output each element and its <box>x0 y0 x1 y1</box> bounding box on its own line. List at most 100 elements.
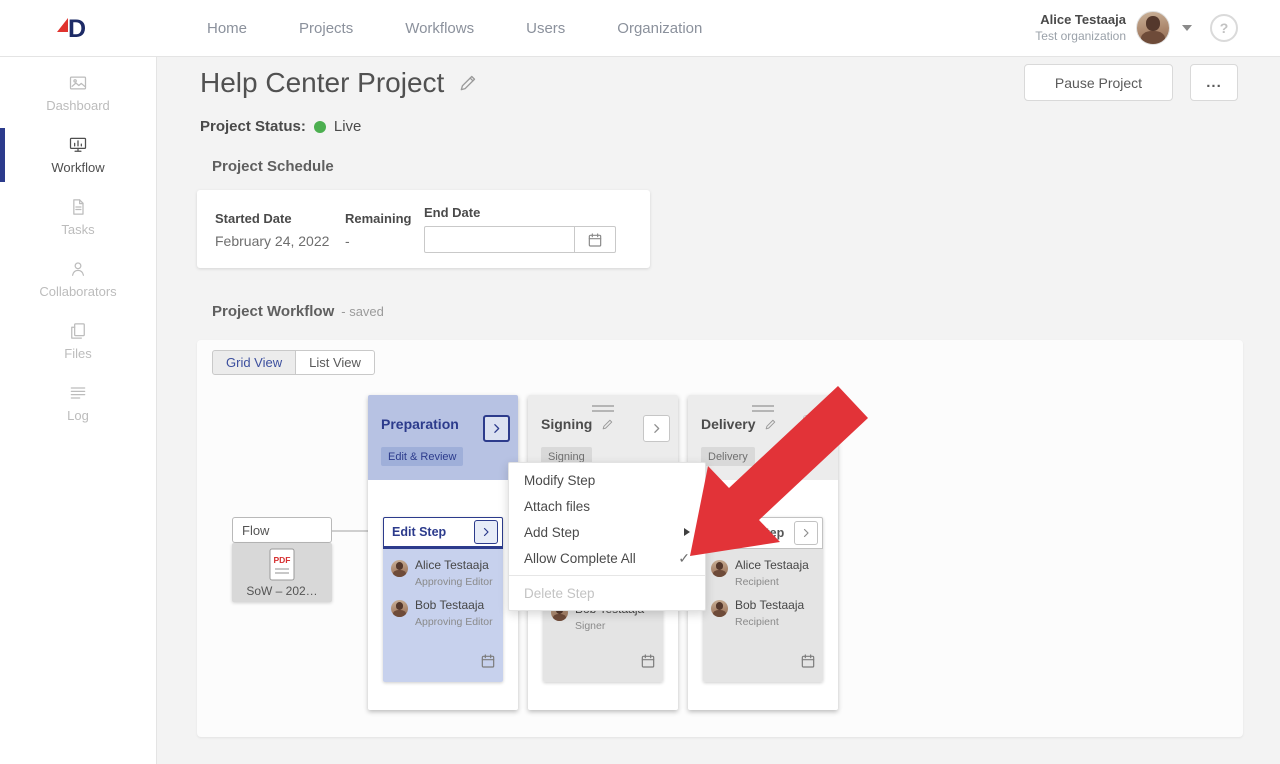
calendar-icon[interactable] <box>800 653 816 674</box>
member-row: Alice Testaaja Approving Editor <box>391 559 503 588</box>
saved-indicator: - saved <box>341 304 384 319</box>
step-context-menu: Modify Step Attach files Add Step Allow … <box>508 462 706 611</box>
workflow-panel: Grid View List View Flow PDF SoW – 202… <box>197 340 1243 737</box>
nav-home[interactable]: Home <box>207 20 247 37</box>
chevron-down-icon[interactable] <box>1182 25 1192 31</box>
chevron-right-icon <box>800 527 812 539</box>
sidebar-item-label: Dashboard <box>46 98 110 113</box>
member-role: Recipient <box>735 616 804 628</box>
user-area: Alice Testaaja Test organization ? <box>1035 11 1238 45</box>
app-logo-icon[interactable]: D <box>54 11 90 45</box>
step-card-delivery[interactable]: Delivery Delivery Deliver Step <box>688 395 838 710</box>
schedule-section-title: Project Schedule <box>212 158 334 175</box>
user-info: Alice Testaaja Test organization <box>1035 12 1126 44</box>
step-title: Preparation <box>381 416 459 432</box>
started-date-value: February 24, 2022 <box>215 233 329 249</box>
help-question-icon: ? <box>1220 20 1229 36</box>
pdf-file-icon: PDF <box>267 548 297 582</box>
page-title: Help Center Project <box>200 67 444 99</box>
substep-card-edit-step[interactable]: Edit Step Alice Testaaja Approving Edito… <box>383 517 503 682</box>
nav-users[interactable]: Users <box>526 20 565 37</box>
substep-card-deliver-step[interactable]: Deliver Step Alice Testaaja Recipient <box>703 517 823 682</box>
submenu-arrow-icon <box>684 528 690 536</box>
logo-letter: D <box>68 15 86 43</box>
edit-step-pencil-icon[interactable] <box>764 418 777 431</box>
member-name: Bob Testaaja <box>415 599 493 613</box>
menu-item-delete-step: Delete Step <box>509 580 705 606</box>
end-date-calendar-button[interactable] <box>575 226 616 253</box>
nav-organization[interactable]: Organization <box>617 20 702 37</box>
sidebar-item-files[interactable]: Files <box>0 310 156 372</box>
chevron-right-icon <box>810 422 823 435</box>
substep-body: Alice Testaaja Recipient Bob Testaaja Re… <box>703 549 823 682</box>
nav-projects[interactable]: Projects <box>299 20 353 37</box>
status-dot <box>314 121 326 133</box>
sidebar-item-label: Collaborators <box>39 284 116 299</box>
remaining-label: Remaining <box>345 211 411 226</box>
checkmark-icon: ✓ <box>678 550 690 567</box>
substep-header[interactable]: Edit Step <box>383 517 503 549</box>
edit-step-pencil-icon[interactable] <box>601 418 614 431</box>
calendar-icon[interactable] <box>480 653 496 674</box>
member-avatar <box>711 600 728 617</box>
sidebar-item-label: Log <box>67 408 89 423</box>
step-expand-button[interactable] <box>643 415 670 442</box>
grid-view-button[interactable]: Grid View <box>212 350 296 375</box>
main-nav: Home Projects Workflows Users Organizati… <box>207 20 702 37</box>
drag-handle-icon[interactable] <box>752 402 774 415</box>
drag-handle-icon[interactable] <box>592 402 614 415</box>
substep-expand-button[interactable] <box>794 521 818 545</box>
sidebar-item-dashboard[interactable]: Dashboard <box>0 62 156 124</box>
member-name: Alice Testaaja <box>415 559 493 573</box>
pause-project-button[interactable]: Pause Project <box>1024 64 1173 101</box>
step-title: Signing <box>541 416 592 432</box>
step-expand-button[interactable] <box>483 415 510 442</box>
member-role: Approving Editor <box>415 576 493 588</box>
step-header[interactable]: Preparation Edit & Review <box>368 395 518 480</box>
menu-item-add-step[interactable]: Add Step <box>509 519 705 545</box>
member-role: Approving Editor <box>415 616 493 628</box>
member-avatar <box>391 600 408 617</box>
flow-file-card[interactable]: PDF SoW – 202… <box>232 543 332 602</box>
end-date-input[interactable] <box>424 226 575 253</box>
workflow-section-title: Project Workflow <box>212 303 334 320</box>
menu-item-modify-step[interactable]: Modify Step <box>509 467 705 493</box>
sidebar-item-workflow[interactable]: Workflow <box>0 124 156 186</box>
flow-lane-label: Flow <box>232 517 332 543</box>
person-icon <box>68 259 88 279</box>
step-type-badge: Delivery <box>701 447 755 466</box>
main-content: Help Center Project Pause Project ... Pr… <box>157 57 1280 764</box>
member-avatar <box>711 560 728 577</box>
step-header[interactable]: Delivery Delivery <box>688 395 838 480</box>
menu-divider <box>509 575 705 576</box>
substep-expand-button[interactable] <box>474 520 498 544</box>
user-avatar[interactable] <box>1136 11 1170 45</box>
calendar-icon[interactable] <box>640 653 656 674</box>
nav-workflows[interactable]: Workflows <box>405 20 474 37</box>
sidebar-item-tasks[interactable]: Tasks <box>0 186 156 248</box>
step-card-preparation[interactable]: Preparation Edit & Review Edit Step <box>368 395 518 710</box>
member-role: Signer <box>575 620 644 632</box>
more-options-button[interactable]: ... <box>1190 64 1238 101</box>
menu-item-allow-complete-all[interactable]: Allow Complete All ✓ <box>509 545 705 571</box>
member-name: Bob Testaaja <box>735 599 804 613</box>
sidebar-item-collaborators[interactable]: Collaborators <box>0 248 156 310</box>
chevron-right-icon <box>650 422 663 435</box>
workflow-icon <box>68 135 88 155</box>
list-view-button[interactable]: List View <box>295 350 375 375</box>
remaining-value: - <box>345 233 411 249</box>
member-row: Alice Testaaja Recipient <box>711 559 823 588</box>
sidebar-item-log[interactable]: Log <box>0 372 156 434</box>
menu-item-attach-files[interactable]: Attach files <box>509 493 705 519</box>
sidebar: Dashboard Workflow Tasks Collaborators F… <box>0 57 157 764</box>
files-icon <box>68 321 88 341</box>
step-expand-button[interactable] <box>803 415 830 442</box>
substep-header[interactable]: Deliver Step <box>703 517 823 549</box>
user-name: Alice Testaaja <box>1035 12 1126 29</box>
app-window: D Home Projects Workflows Users Organiza… <box>0 0 1280 764</box>
substep-body: Alice Testaaja Approving Editor Bob Test… <box>383 549 503 682</box>
step-title: Delivery <box>701 416 755 432</box>
end-date-label: End Date <box>424 205 616 220</box>
help-button[interactable]: ? <box>1210 14 1238 42</box>
edit-title-pencil-icon[interactable] <box>458 73 478 93</box>
